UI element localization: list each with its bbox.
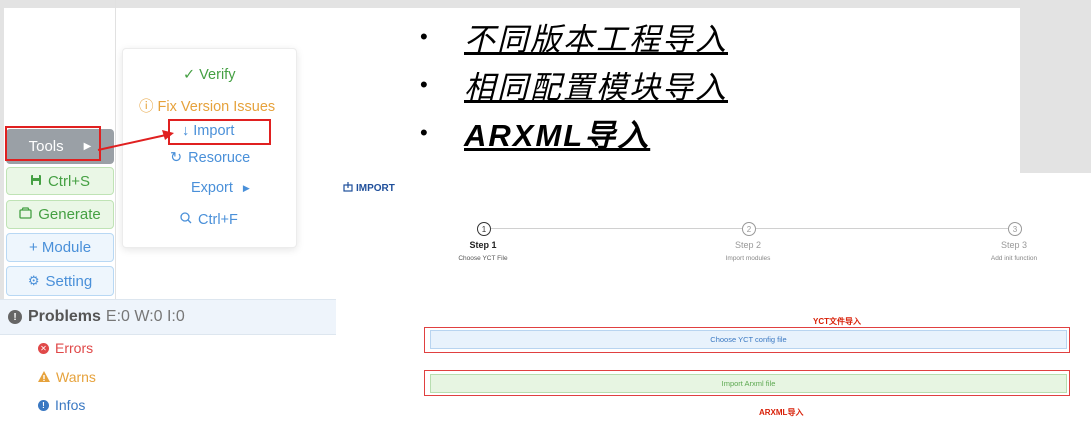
bullet-dot-icon: • [420,23,428,49]
warns-label: Warns [56,369,96,385]
step-title: Step 1 [469,240,497,250]
save-button[interactable]: Ctrl+S [6,167,114,195]
gear-icon: ⚙ [27,273,40,288]
menu-item-verify[interactable]: ✓ Verify [183,67,235,83]
choose-yct-button[interactable]: Choose YCT config file [430,330,1067,349]
bullet-text: 相同配置模块导入 [464,70,728,106]
infos-label: Infos [55,397,86,413]
tools-highlight-box [5,126,101,161]
bullet-text: 不同版本工程导入 [464,22,728,58]
problems-header[interactable]: ! Problems E:0 W:0 I:0 [0,299,336,335]
problems-warns[interactable]: Warns [38,369,96,385]
problems-errors[interactable]: ✕ Errors [38,340,93,356]
add-module-button[interactable]: + Module [6,233,114,262]
import-page-title: IMPORT [343,182,395,195]
red-arrow-icon [97,130,174,151]
right-panel-background [1020,0,1091,173]
step-title: Step 3 [1000,240,1028,250]
bullet-item: • 相同配置模块导入 [420,62,728,107]
generate-label: Generate [38,206,101,223]
save-label: Ctrl+S [47,172,91,190]
step-subtitle: Choose YCT File [458,255,508,262]
setting-button[interactable]: ⚙ Setting [6,266,114,296]
step-circle: 2 [742,222,756,236]
step-connector [489,228,742,229]
search-icon [180,212,192,228]
find-label: Ctrl+F [198,212,238,228]
import-title-text: IMPORT [356,183,395,194]
step-subtitle: Import modules [725,255,771,262]
step-circle: 1 [477,222,491,236]
step-connector [756,228,1008,229]
step-title: Step 2 [734,240,762,250]
import-arxml-button[interactable]: Import Arxml file [430,374,1067,393]
menu-item-resource[interactable]: ↻ Resoruce [170,150,250,166]
bullet-item: • 不同版本工程导入 [420,14,728,59]
bullet-dot-icon: • [420,119,428,145]
resource-label: Resoruce [188,150,251,166]
errors-label: Errors [55,340,94,356]
menu-item-fix-version[interactable]: ⓘ Fix Version Issues [139,95,275,116]
error-icon: ✕ [38,342,49,354]
bullet-dot-icon: • [420,71,428,97]
problems-title: Problems [28,308,101,325]
problems-counts: E:0 W:0 I:0 [105,308,185,325]
setting-label: Setting [45,272,93,290]
export-label: Export [191,180,233,196]
step-subtitle: Add init function [990,255,1038,262]
info-icon: ! [38,399,49,411]
warning-icon [38,369,50,385]
menu-item-export[interactable]: Export ▶ [191,180,250,196]
yct-import-label: YCT文件导入 [813,317,861,326]
save-icon [30,173,42,190]
menu-item-find[interactable]: Ctrl+F [180,212,238,228]
caret-right-icon: ▶ [242,182,250,193]
top-border [0,0,1091,8]
bullet-text: ARXML导入 [464,118,651,153]
alert-icon: ! [8,310,22,324]
import-highlight-box [168,119,271,145]
arxml-import-label: ARXML导入 [759,408,804,417]
module-label: + Module [28,239,92,256]
problems-infos[interactable]: ! Infos [38,397,85,413]
generate-button[interactable]: Generate [6,200,114,229]
left-border [0,0,4,300]
step-circle: 3 [1008,222,1022,236]
import-icon [343,182,353,195]
bullet-item: • ARXML导入 [420,110,650,155]
generate-icon [19,206,32,223]
